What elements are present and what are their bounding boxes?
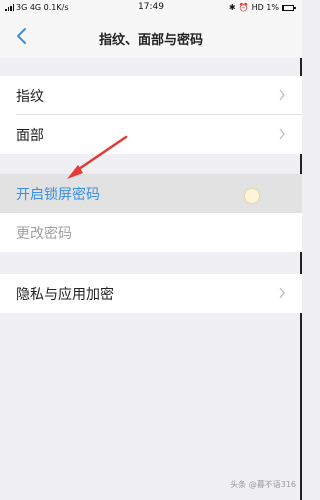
chevron-right-icon bbox=[279, 287, 285, 299]
row-fingerprint[interactable]: 指纹 bbox=[0, 76, 302, 115]
privacy-group: 隐私与应用加密 bbox=[0, 274, 302, 313]
row-face[interactable]: 面部 bbox=[0, 115, 302, 154]
chevron-right-icon bbox=[279, 128, 285, 140]
row-change-password[interactable]: 更改密码 bbox=[0, 213, 302, 252]
row-label: 指纹 bbox=[16, 89, 44, 105]
biometrics-group: 指纹 面部 bbox=[0, 76, 302, 154]
row-label: 面部 bbox=[16, 128, 44, 144]
row-label: 隐私与应用加密 bbox=[16, 287, 114, 303]
chevron-right-icon bbox=[279, 89, 285, 101]
top-app-bar: 指纹、面部与密码 bbox=[0, 16, 302, 58]
bluetooth-icon: ✱ bbox=[228, 3, 236, 12]
password-group: 开启锁屏密码 更改密码 bbox=[0, 174, 302, 252]
status-right: ✱ ⏰ HD 1% bbox=[228, 3, 296, 12]
row-privacy-app-encryption[interactable]: 隐私与应用加密 bbox=[0, 274, 302, 313]
battery-icon bbox=[282, 4, 296, 11]
status-bar: 3G 4G 0.1K/s 17:49 ✱ ⏰ HD 1% bbox=[0, 0, 302, 16]
alarm-icon: ⏰ bbox=[238, 3, 249, 12]
page-title: 指纹、面部与密码 bbox=[98, 33, 203, 48]
row-label: 开启锁屏密码 bbox=[16, 187, 100, 203]
touch-indicator bbox=[244, 188, 260, 204]
row-label: 更改密码 bbox=[16, 226, 72, 242]
watermark: 头条 @暮不语316 bbox=[230, 480, 296, 489]
status-right-text: HD 1% bbox=[251, 3, 279, 12]
